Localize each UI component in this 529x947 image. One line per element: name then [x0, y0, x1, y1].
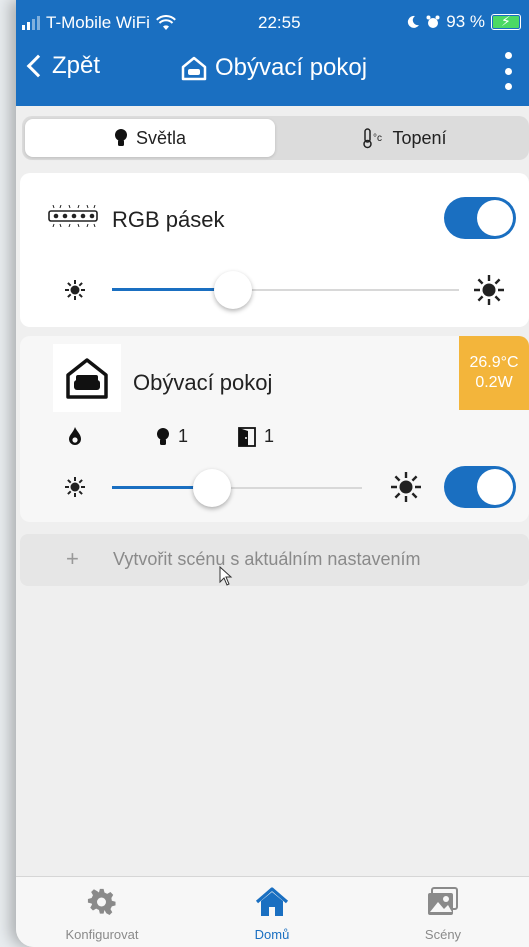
led-strip-icon — [48, 205, 98, 227]
device-card: RGB pásek — [20, 173, 529, 327]
wifi-icon — [155, 15, 176, 30]
gear-icon — [87, 888, 116, 916]
room-brightness-slider[interactable] — [112, 469, 362, 507]
slider-thumb[interactable] — [193, 469, 231, 507]
svg-text:°c: °c — [373, 133, 382, 144]
tab-scenes-label: Scény — [424, 927, 462, 942]
tab-heating-label: Topení — [392, 127, 447, 148]
top-bar: T-Mobile WiFi 22:55 93 % ⚡ Zpět Obývací … — [16, 0, 529, 106]
device-power-toggle[interactable] — [444, 197, 516, 239]
room-name: Obývací pokoj — [133, 370, 273, 395]
battery-icon: ⚡ — [491, 13, 521, 30]
room-power-toggle[interactable] — [444, 466, 516, 508]
room-icon — [181, 56, 207, 81]
lights-count: 1 — [156, 426, 188, 447]
page-title-text: Obývací pokoj — [215, 54, 368, 81]
mouse-cursor-icon — [219, 566, 233, 586]
battery-percent: 93 % — [446, 12, 485, 31]
back-button[interactable]: Zpět — [26, 52, 101, 80]
app-screen: T-Mobile WiFi 22:55 93 % ⚡ Zpět Obývací … — [16, 0, 529, 947]
doors-count: 1 — [238, 426, 274, 447]
slider-thumb[interactable] — [214, 271, 253, 309]
tab-configure-label: Konfigurovat — [65, 927, 139, 942]
bottom-tab-bar: Konfigurovat Domů Scény — [16, 876, 529, 947]
brightness-high-icon — [391, 472, 421, 502]
create-scene-button[interactable]: + Vytvořit scénu s aktuálním nastavením — [20, 534, 529, 586]
carrier-label: T-Mobile WiFi — [46, 13, 150, 32]
room-card: Obývací pokoj 26.9°C 0.2W 1 1 — [20, 336, 529, 522]
brightness-low-icon — [65, 280, 85, 300]
lightbulb-icon — [114, 129, 127, 146]
tab-scenes[interactable]: Scény — [373, 885, 513, 942]
chevron-left-icon — [26, 54, 50, 78]
tab-lights[interactable]: Světla — [25, 119, 275, 157]
device-brightness-slider[interactable] — [112, 271, 459, 309]
moon-icon — [408, 15, 420, 28]
heating-indicator — [68, 426, 82, 446]
temperature-badge: 26.9°C 0.2W — [459, 336, 529, 410]
lightbulb-icon — [157, 427, 169, 445]
tab-heating[interactable]: °c Topení — [282, 119, 527, 157]
brightness-low-icon — [65, 477, 85, 497]
tab-home-label: Domů — [254, 927, 290, 942]
lights-count-value: 1 — [178, 426, 189, 446]
tab-configure[interactable]: Konfigurovat — [32, 885, 172, 942]
doors-count-value: 1 — [264, 426, 275, 446]
plus-icon: + — [66, 546, 79, 571]
flame-icon — [69, 427, 81, 445]
room-temperature: 26.9°C — [469, 354, 519, 371]
page-title: Obývací pokoj — [181, 54, 367, 82]
picture-icon — [428, 887, 458, 915]
home-icon — [255, 887, 289, 916]
alarm-icon — [426, 15, 440, 28]
door-icon — [238, 426, 256, 447]
room-power: 0.2W — [475, 374, 513, 391]
segmented-control: Světla °c Topení — [22, 116, 529, 160]
living-room-icon — [66, 358, 108, 399]
tab-lights-label: Světla — [135, 127, 187, 148]
device-name: RGB pásek — [112, 207, 225, 232]
status-time: 22:55 — [258, 13, 301, 32]
status-bar: T-Mobile WiFi 22:55 93 % ⚡ — [16, 0, 529, 40]
tab-home[interactable]: Domů — [202, 885, 342, 942]
more-menu-button[interactable] — [503, 52, 513, 90]
thermometer-icon: °c — [363, 128, 382, 149]
signal-icon — [22, 16, 40, 30]
brightness-high-icon — [474, 275, 504, 305]
back-label: Zpět — [52, 52, 101, 79]
room-tile[interactable] — [53, 344, 121, 412]
create-scene-label: Vytvořit scénu s aktuálním nastavením — [113, 549, 421, 569]
